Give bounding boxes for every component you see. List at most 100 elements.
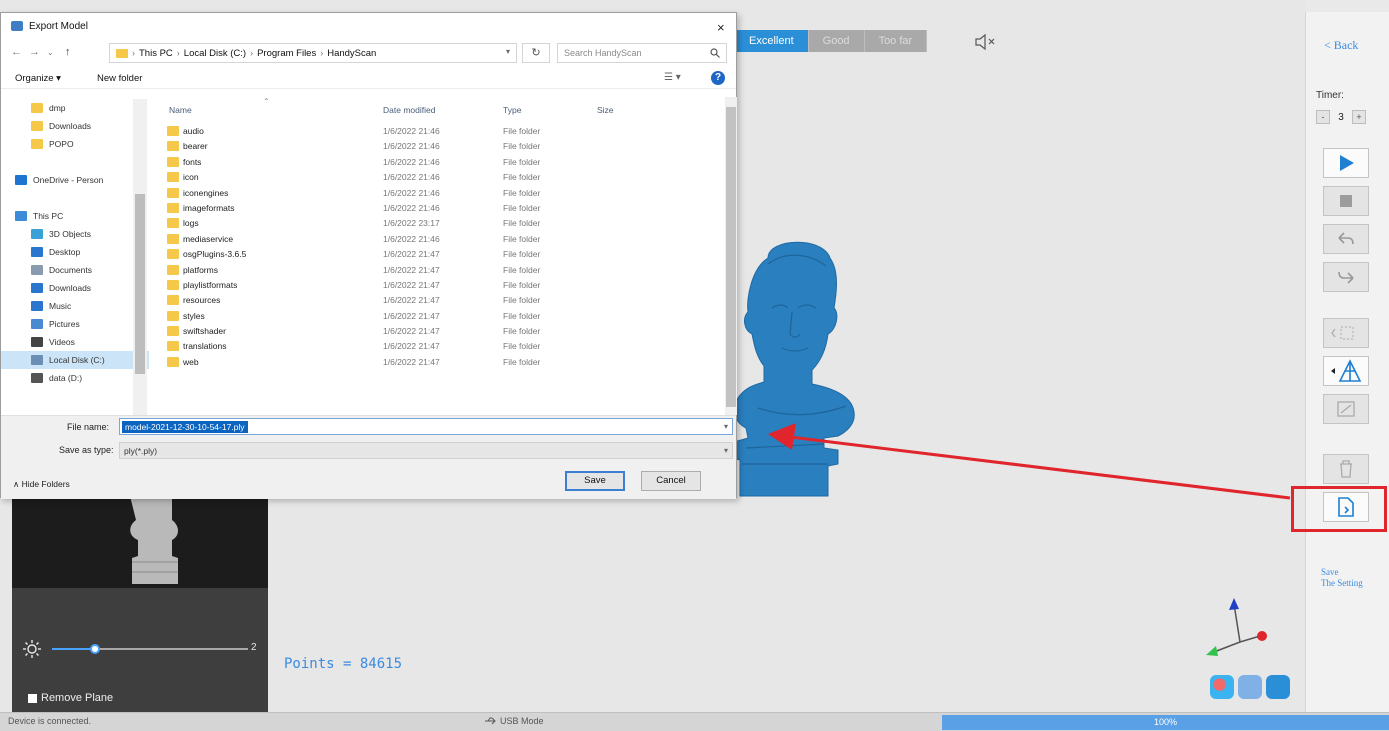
file-row[interactable]: fonts 1/6/2022 21:46 File folder: [151, 154, 723, 169]
chevron-down-icon[interactable]: ▾: [724, 446, 728, 455]
file-list-scrollbar[interactable]: [725, 97, 737, 415]
up-arrow-icon[interactable]: ↑: [65, 46, 71, 58]
brightness-slider[interactable]: [52, 644, 248, 654]
file-name: swiftshader: [183, 326, 226, 337]
nav-item[interactable]: Downloads: [1, 279, 149, 297]
column-type[interactable]: Type: [503, 105, 521, 115]
crop-button[interactable]: [1323, 394, 1369, 424]
file-row[interactable]: icon 1/6/2022 21:46 File folder: [151, 169, 723, 184]
file-row[interactable]: styles 1/6/2022 21:47 File folder: [151, 308, 723, 323]
timer-decrease-button[interactable]: -: [1316, 110, 1330, 124]
address-bar[interactable]: › This PC › Local Disk (C:) › Program Fi…: [109, 43, 517, 63]
file-row[interactable]: audio 1/6/2022 21:46 File folder: [151, 123, 723, 138]
file-row[interactable]: osgPlugins-3.6.5 1/6/2022 21:47 File folde…: [151, 246, 723, 261]
nav-item[interactable]: data (D:): [1, 369, 149, 387]
file-date-modified: 1/6/2022 21:47: [383, 264, 440, 275]
app-logo-icon: [1210, 675, 1234, 699]
file-row[interactable]: bearer 1/6/2022 21:46 File folder: [151, 138, 723, 153]
save-button[interactable]: Save: [565, 471, 625, 491]
stop-scan-button[interactable]: [1323, 186, 1369, 216]
axis-gizmo-icon: [1206, 598, 1267, 656]
refresh-button[interactable]: ↻: [522, 43, 550, 63]
redo-button[interactable]: [1323, 262, 1369, 292]
scanned-bust-model[interactable]: [728, 238, 868, 500]
file-row[interactable]: mediaservice 1/6/2022 21:46 File folder: [151, 231, 723, 246]
select-region-button[interactable]: [1323, 318, 1369, 348]
column-date-modified[interactable]: Date modified: [383, 105, 435, 115]
file-row[interactable]: imageformats 1/6/2022 21:46 File folder: [151, 200, 723, 215]
file-row[interactable]: playlistformats 1/6/2022 21:47 File folder: [151, 277, 723, 292]
file-rows: audio 1/6/2022 21:46 File folder bearer 1/6/…: [151, 123, 723, 369]
save-setting-line1: Save: [1321, 567, 1339, 577]
robot-logo-icon: [1238, 675, 1262, 699]
breadcrumb-local-disk[interactable]: Local Disk (C:): [184, 48, 246, 59]
save-as-type-label: Save as type:: [59, 445, 114, 455]
search-input[interactable]: Search HandyScan: [557, 43, 727, 63]
file-row[interactable]: web 1/6/2022 21:47 File folder: [151, 354, 723, 369]
nav-item[interactable]: Pictures: [1, 315, 149, 333]
file-row[interactable]: translations 1/6/2022 21:47 File folder: [151, 338, 723, 353]
breadcrumb-program-files[interactable]: Program Files: [257, 48, 316, 59]
save-setting-link[interactable]: Save The Setting: [1321, 567, 1363, 589]
nav-item[interactable]: This PC: [1, 207, 149, 225]
brightness-slider-thumb[interactable]: [90, 644, 101, 654]
help-icon[interactable]: ?: [711, 71, 725, 85]
breadcrumb-this-pc[interactable]: This PC: [139, 48, 173, 59]
mesh-triangle-icon: [1331, 359, 1362, 382]
speaker-mute-icon[interactable]: [974, 32, 1000, 52]
nav-item[interactable]: Desktop: [1, 243, 149, 261]
nav-item[interactable]: Downloads: [1, 117, 149, 135]
file-type: File folder: [503, 141, 541, 152]
mesh-edit-button[interactable]: [1323, 356, 1369, 386]
nav-scrollbar-thumb[interactable]: [135, 194, 145, 374]
file-row[interactable]: resources 1/6/2022 21:47 File folder: [151, 292, 723, 307]
close-button[interactable]: ×: [717, 20, 725, 35]
file-name-input[interactable]: model-2021-12-30-10-54-17.ply ▾: [119, 418, 733, 435]
folder-icon: [31, 139, 43, 149]
chevron-down-icon[interactable]: ▾: [724, 422, 728, 431]
view-options-icon[interactable]: ☰ ▾: [664, 72, 681, 83]
nav-item-label: OneDrive - Person: [33, 175, 104, 185]
hide-folders-toggle[interactable]: ∧ Hide Folders: [13, 479, 70, 490]
new-folder-button[interactable]: New folder: [97, 73, 142, 84]
back-button[interactable]: < Back: [1324, 38, 1358, 53]
organize-button[interactable]: Organize ▾: [15, 73, 61, 84]
file-date-modified: 1/6/2022 21:47: [383, 356, 440, 367]
nav-scrollbar[interactable]: [133, 99, 147, 415]
file-row[interactable]: platforms 1/6/2022 21:47 File folder: [151, 262, 723, 277]
file-type: File folder: [503, 264, 541, 275]
file-name-value[interactable]: model-2021-12-30-10-54-17.ply: [122, 421, 248, 433]
breadcrumb-handyscan[interactable]: HandyScan: [327, 48, 376, 59]
delete-button[interactable]: [1323, 454, 1369, 484]
nav-item[interactable]: dmp: [1, 99, 149, 117]
nav-item[interactable]: 3D Objects: [1, 225, 149, 243]
forward-arrow-icon[interactable]: →: [29, 46, 40, 58]
nav-item[interactable]: Music: [1, 297, 149, 315]
back-arrow-icon[interactable]: ←: [11, 46, 22, 58]
file-list-scrollbar-thumb[interactable]: [726, 107, 736, 407]
nav-item[interactable]: Local Disk (C:): [1, 351, 149, 369]
start-scan-button[interactable]: [1323, 148, 1369, 178]
column-name[interactable]: Name: [169, 105, 192, 115]
undo-button[interactable]: [1323, 224, 1369, 254]
save-as-type-select[interactable]: ply(*.ply) ▾: [119, 442, 733, 459]
file-row[interactable]: swiftshader 1/6/2022 21:47 File folder: [151, 323, 723, 338]
nav-item[interactable]: Documents: [1, 261, 149, 279]
cancel-button[interactable]: Cancel: [641, 471, 701, 491]
nav-item[interactable]: OneDrive - Person: [1, 171, 149, 189]
history-chevron-icon[interactable]: ⌄: [47, 48, 54, 57]
camera-preview: [12, 496, 268, 588]
address-dropdown-icon[interactable]: ▾: [506, 47, 510, 56]
nav-item[interactable]: POPO: [1, 135, 149, 153]
navigation-pane: dmp Downloads POPO OneDrive - Person This PC…: [1, 99, 149, 415]
checkbox-box[interactable]: [28, 693, 37, 703]
dialog-titlebar[interactable]: Export Model ×: [1, 13, 736, 37]
column-size[interactable]: Size: [597, 105, 614, 115]
nav-item-label: Videos: [49, 337, 75, 347]
file-row[interactable]: logs 1/6/2022 23:17 File folder: [151, 215, 723, 230]
file-row[interactable]: iconengines 1/6/2022 21:46 File folder: [151, 185, 723, 200]
file-type: File folder: [503, 356, 541, 367]
nav-item[interactable]: Videos: [1, 333, 149, 351]
timer-increase-button[interactable]: +: [1352, 110, 1366, 124]
remove-plane-checkbox[interactable]: Remove Plane: [28, 692, 113, 704]
